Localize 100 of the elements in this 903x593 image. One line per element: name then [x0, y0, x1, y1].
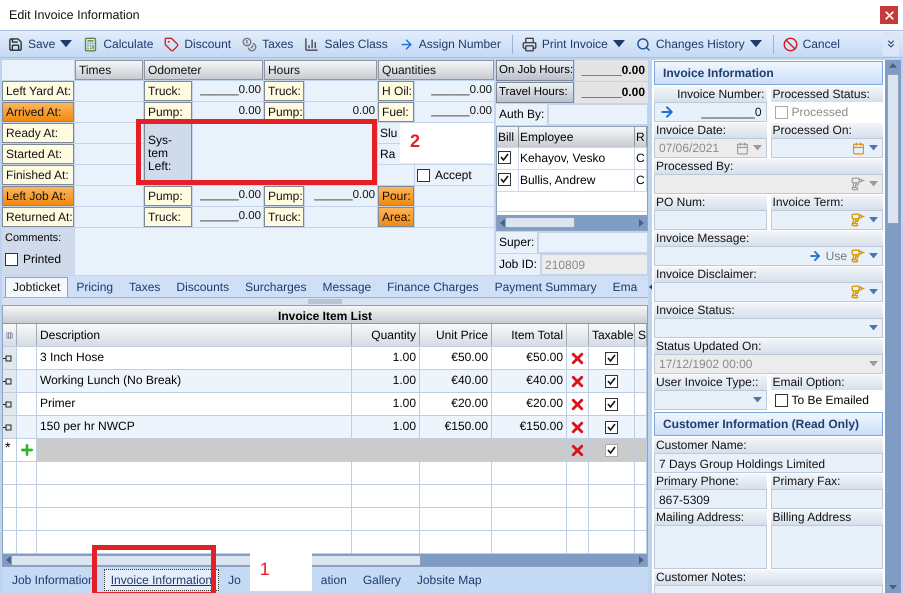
time-label: Started At: [2, 144, 74, 164]
tab[interactable]: Surcharges [237, 277, 314, 297]
dropdown-field[interactable] [654, 318, 883, 338]
dropdown-field[interactable] [654, 282, 883, 302]
po-number-field[interactable] [654, 210, 766, 230]
job-id-label: Job ID: [496, 254, 540, 275]
bottom-tab[interactable]: Jobsite Map [410, 569, 489, 591]
drill-icon [851, 177, 865, 191]
tab[interactable]: Finance Charges [379, 277, 487, 297]
time-field[interactable] [75, 123, 143, 143]
add-icon[interactable] [18, 442, 34, 458]
quantity-label: H Oil: [378, 81, 414, 101]
overflow-button[interactable] [883, 32, 899, 56]
checkbox[interactable] [498, 151, 511, 164]
time-field[interactable] [75, 186, 143, 206]
checkbox[interactable] [5, 252, 18, 266]
bottom-tab[interactable]: Gallery [356, 569, 408, 591]
dropdown-field[interactable] [654, 390, 766, 410]
auth-by-label: Auth By: [496, 104, 548, 125]
time-field[interactable] [75, 144, 143, 164]
tab[interactable]: Ema [604, 277, 646, 297]
bottom-tab[interactable]: Job Information [5, 569, 102, 591]
tab[interactable]: Taxes [121, 277, 168, 297]
window-title: Edit Invoice Information [9, 8, 140, 22]
toolbar-button[interactable]: Sales Class [300, 34, 392, 54]
toolbar-button[interactable]: Taxes [238, 34, 298, 54]
comments-field[interactable] [75, 228, 494, 275]
checkbox[interactable] [605, 444, 618, 456]
tag-icon [164, 36, 180, 52]
hours-value: ______0.00 [305, 186, 377, 206]
pin-icon [3, 400, 12, 408]
tab[interactable]: Jobticket [5, 277, 68, 297]
dropdown-field[interactable] [770, 210, 883, 230]
delete-icon[interactable] [569, 350, 586, 366]
time-field[interactable] [75, 81, 143, 101]
horizontal-scrollbar[interactable] [497, 215, 647, 230]
field-label: PO Num: [654, 195, 766, 210]
table-cell: €150.00 [492, 416, 567, 438]
quantity-label: Area: [378, 207, 414, 227]
bottom-tab[interactable]: Jo [221, 569, 248, 591]
field-label: Invoice Date: [654, 123, 766, 138]
dropdown-caret-icon [869, 181, 878, 187]
date-field[interactable] [770, 138, 883, 158]
checkbox[interactable] [605, 398, 618, 410]
column-chooser-icon[interactable] [6, 330, 13, 340]
toolbar-button[interactable]: Discount [160, 34, 236, 54]
dropdown-field[interactable]: Use [654, 246, 883, 266]
delete-icon[interactable] [569, 442, 586, 458]
dropdown-caret-icon [869, 325, 878, 331]
checkbox[interactable] [605, 352, 618, 364]
table-cell: 3 Inch Hose [37, 347, 352, 369]
section-header: Invoice Information [654, 61, 883, 85]
arrow-right-icon [398, 36, 414, 52]
auth-by-field[interactable] [548, 104, 648, 125]
toolbar-button[interactable]: Calculate [79, 34, 158, 54]
quantity-label: Fuel: [378, 102, 414, 122]
delete-icon[interactable] [569, 396, 586, 412]
bottom-tab[interactable]: Invoice Information [104, 569, 220, 591]
checkbox[interactable] [774, 394, 788, 406]
checkbox[interactable] [417, 168, 430, 182]
use-link[interactable]: Use [826, 249, 847, 263]
field-label: User Invoice Type:: [654, 375, 766, 390]
delete-icon[interactable] [569, 418, 586, 436]
super-field[interactable] [538, 232, 648, 253]
tab[interactable]: Payment Summary [486, 277, 605, 297]
toolbar-button[interactable]: Assign Number [394, 34, 505, 54]
vertical-scrollbar[interactable] [885, 60, 901, 593]
time-field[interactable] [75, 207, 143, 227]
checkbox[interactable] [498, 173, 511, 186]
scroll-thumb[interactable] [504, 217, 575, 228]
annotation-number: 1 [250, 551, 312, 591]
delete-icon[interactable] [569, 372, 586, 390]
toolbar-button[interactable]: Save [4, 34, 76, 54]
table-cell: €20.00 [492, 393, 567, 415]
pin-icon [3, 424, 12, 430]
time-field[interactable] [75, 165, 143, 185]
scroll-down-icon [889, 585, 897, 590]
tab[interactable]: Pricing [68, 277, 122, 297]
scroll-right-icon [639, 218, 644, 226]
scroll-thumb[interactable] [887, 74, 899, 224]
time-field[interactable] [75, 102, 143, 122]
column-header: R [635, 127, 647, 147]
invoice-number-field[interactable]: ________0 [654, 102, 766, 122]
new-row[interactable]: * [3, 439, 647, 462]
scroll-up-icon [889, 63, 897, 68]
toolbar-button[interactable]: Cancel [772, 34, 844, 54]
employee-name: Kehayov, Vesko [519, 148, 635, 169]
odometer-label: Truck: [144, 207, 192, 227]
close-button[interactable] [880, 6, 898, 24]
bottom-tab[interactable]: ation [314, 569, 354, 591]
tab[interactable]: Discounts [168, 277, 238, 297]
checkbox[interactable] [605, 420, 618, 434]
table-cell: €150.00 [420, 416, 492, 438]
time-label: Left Job At: [2, 186, 74, 206]
dropdown-caret-icon [869, 361, 878, 367]
toolbar-button[interactable]: Changes History [632, 34, 766, 54]
toolbar-button[interactable]: Print Invoice [512, 34, 629, 54]
tab[interactable]: Message [314, 277, 380, 297]
table-cell: €40.00 [492, 370, 567, 392]
checkbox[interactable] [605, 374, 618, 388]
